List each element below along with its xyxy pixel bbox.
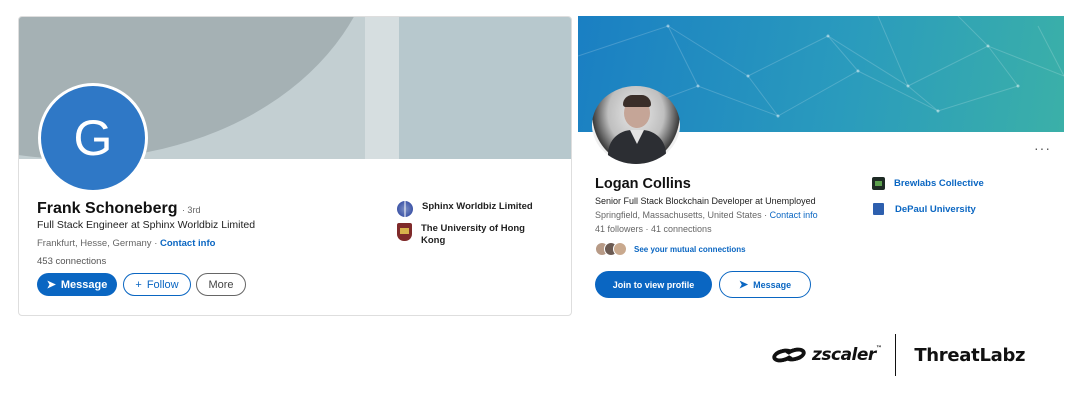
follow-button[interactable]: + Follow bbox=[123, 273, 191, 296]
join-to-view-profile-button[interactable]: Join to view profile bbox=[595, 271, 712, 298]
zscaler-logo-icon bbox=[770, 345, 810, 365]
send-icon: ➤ bbox=[46, 279, 56, 291]
globe-icon bbox=[397, 201, 413, 217]
profile-card-logan: ··· Logan Collins Senior Full Stack Bloc… bbox=[578, 16, 1064, 316]
profile-name: Frank Schoneberg · 3rd bbox=[37, 200, 201, 217]
university-crest-icon bbox=[397, 223, 412, 241]
message-button[interactable]: ➤ Message bbox=[719, 271, 811, 298]
mutual-avatar bbox=[613, 242, 627, 256]
more-button[interactable]: More bbox=[196, 273, 246, 296]
plus-icon: + bbox=[135, 278, 142, 291]
sidebar-item-company[interactable]: Brewlabs Collective bbox=[872, 177, 984, 190]
profile-location: Springfield, Massachusetts, United State… bbox=[595, 210, 818, 220]
profile-headline: Senior Full Stack Blockchain Developer a… bbox=[595, 196, 816, 206]
contact-info-link[interactable]: Contact info bbox=[160, 238, 215, 249]
brewlabs-logo-icon bbox=[872, 177, 885, 190]
contact-info-link[interactable]: Contact info bbox=[770, 210, 818, 220]
avatar[interactable] bbox=[592, 86, 680, 164]
followers-connections: 41 followers · 41 connections bbox=[595, 224, 712, 234]
zscaler-wordmark: zscaler™ bbox=[812, 345, 882, 365]
avatar[interactable]: G bbox=[38, 83, 148, 193]
profile-card-frank: G Frank Schoneberg · 3rd Full Stack Engi… bbox=[18, 16, 572, 316]
sidebar-item-school[interactable]: DePaul University bbox=[872, 203, 976, 215]
brand-divider bbox=[895, 334, 897, 376]
connections-count: 453 connections bbox=[37, 256, 107, 267]
brand-footer: zscaler™ ThreatLabz bbox=[770, 334, 1026, 376]
sidebar-item-school[interactable]: The University of Hong Kong bbox=[397, 223, 557, 247]
sidebar-item-company[interactable]: Sphinx Worldbiz Limited bbox=[397, 201, 533, 217]
profile-headline: Full Stack Engineer at Sphinx Worldbiz L… bbox=[37, 219, 256, 231]
mutual-connections[interactable]: See your mutual connections bbox=[595, 242, 746, 256]
connection-degree: · 3rd bbox=[181, 205, 201, 215]
book-icon bbox=[873, 203, 884, 215]
more-options-icon[interactable]: ··· bbox=[1034, 140, 1051, 156]
threatlabz-wordmark: ThreatLabz bbox=[914, 344, 1026, 366]
message-button[interactable]: ➤ Message bbox=[37, 273, 117, 296]
send-icon: ➤ bbox=[738, 279, 749, 291]
profile-name: Logan Collins bbox=[595, 176, 691, 192]
mutual-connections-link[interactable]: See your mutual connections bbox=[634, 245, 746, 254]
profile-location: Frankfurt, Hesse, Germany · Contact info bbox=[37, 238, 216, 249]
